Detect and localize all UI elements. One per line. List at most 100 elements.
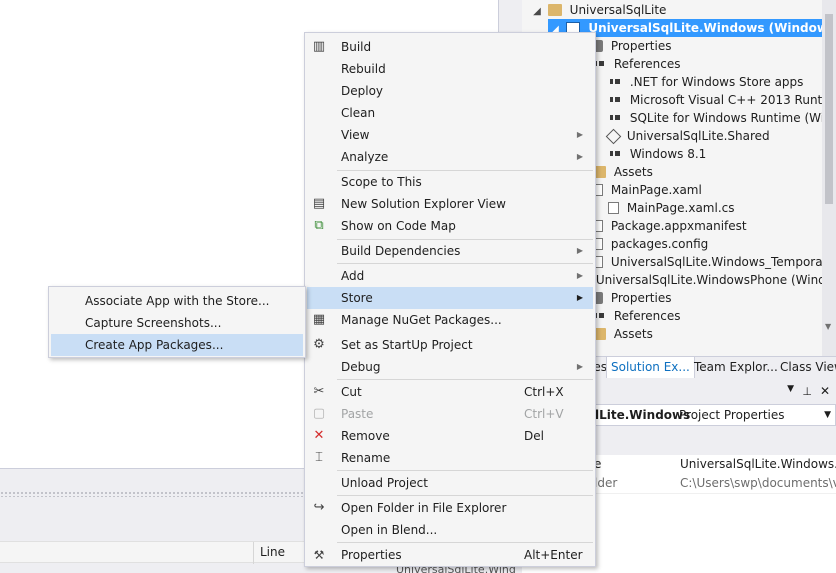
chevron-down-icon[interactable]: ▼ [824,405,831,425]
tree-item[interactable]: ◢ UniversalSqlLite [530,1,666,19]
tree-item-label: Assets [613,327,653,341]
menu-item-properties[interactable]: ⚒ Properties Alt+Enter [307,544,593,566]
shared-project-icon [605,128,622,145]
window-menu-icon[interactable]: ▼ [787,384,794,394]
menu-separator [337,470,593,471]
menu-item-shortcut: Ctrl+X [524,385,564,399]
menu-item-store[interactable]: Store ▶ [307,287,593,309]
submenu-arrow-icon: ▶ [576,246,583,255]
tree-item[interactable]: UniversalSqlLite.Shared [605,127,770,145]
build-icon: ▥ [312,39,326,54]
menu-item-add[interactable]: Add ▶ [307,265,593,287]
menu-item-cut[interactable]: ✂ Cut Ctrl+X [307,381,593,403]
store-submenu: Associate App with the Store... Capture … [48,286,306,358]
menu-item-analyze[interactable]: Analyze ▶ [307,146,593,168]
tree-item-label: Properties [610,39,672,53]
tree-item[interactable]: Windows 8.1 [608,145,706,163]
menu-item-open-in-blend[interactable]: Open in Blend... [307,519,593,541]
menu-item-label: New Solution Explorer View [341,197,506,211]
tree-item[interactable]: MainPage.xaml [592,181,702,199]
tree-item-label: Assets [613,165,653,179]
menu-item-open-folder[interactable]: ↪ Open Folder in File Explorer [307,497,593,519]
menu-item-show-on-code-map[interactable]: ⧉ Show on Code Map [307,215,593,237]
new-view-icon: ▤ [312,196,326,211]
tree-item[interactable]: References [592,55,681,73]
submenu-arrow-icon: ▶ [576,271,583,280]
pin-icon[interactable]: ⊥ [802,385,812,398]
wrench-icon: ⚒ [313,548,325,562]
tree-item[interactable]: packages.config [592,235,708,253]
submenu-arrow-icon: ▶ [576,362,583,371]
scroll-down-icon[interactable]: ▼ [825,322,831,331]
menu-item-rename[interactable]: ⌶ Rename [307,447,593,469]
menu-item-new-solution-explorer-view[interactable]: ▤ New Solution Explorer View [307,193,593,215]
tree-item[interactable]: UniversalSqlLite.Windows_TemporaryKey [592,253,836,271]
vertical-scrollbar[interactable]: ▼ [822,0,836,356]
submenu-arrow-icon: ▶ [576,130,583,139]
menu-separator [337,495,593,496]
tree-item[interactable]: Assets [592,325,653,343]
menu-item-paste[interactable]: ▢ Paste Ctrl+V [307,403,593,425]
menu-item-capture-screenshots[interactable]: Capture Screenshots... [51,312,303,334]
menu-item-build-dependencies[interactable]: Build Dependencies ▶ [307,240,593,262]
menu-separator [337,263,593,264]
menu-item-clean[interactable]: Clean [307,102,593,124]
expand-arrow-icon[interactable]: ◢ [530,3,544,21]
menu-item-label: Store [341,291,373,305]
menu-item-view[interactable]: View ▶ [307,124,593,146]
tree-item-label: packages.config [610,237,709,251]
tab-team-explorer[interactable]: Team Explor... [690,357,782,378]
menu-item-label: Scope to This [341,175,422,189]
tree-item[interactable]: References [592,307,681,325]
menu-item-build[interactable]: ▥ Build [307,36,593,58]
menu-item-label: Remove [341,429,390,443]
menu-item-label: Open in Blend... [341,523,438,537]
menu-item-debug[interactable]: Debug ▶ [307,356,593,378]
menu-item-label: Paste [341,407,374,421]
menu-item-remove[interactable]: ✕ Remove Del [307,425,593,447]
menu-item-unload-project[interactable]: Unload Project [307,472,593,494]
menu-item-manage-nuget[interactable]: ▦ Manage NuGet Packages... [307,309,593,331]
menu-item-label: Debug [341,360,381,374]
menu-item-deploy[interactable]: Deploy [307,80,593,102]
reference-icon [610,97,620,102]
tab-solution-explorer[interactable]: Solution Ex... [606,357,695,378]
reference-icon [610,115,620,120]
tree-item[interactable]: Microsoft Visual C++ 2013 Runtime P [608,91,836,109]
menu-item-label: Add [341,269,365,283]
tree-item[interactable]: Assets [592,163,653,181]
menu-item-associate-app[interactable]: Associate App with the Store... [51,290,303,312]
cs-file-icon [608,202,619,214]
tree-item[interactable]: Package.appxmanifest [592,217,747,235]
tree-item[interactable]: .NET for Windows Store apps [608,73,803,91]
menu-item-label: Open Folder in File Explorer [341,501,507,515]
submenu-arrow-icon: ▶ [576,152,583,161]
tree-item-label: UniversalSqlLite.Windows_TemporaryKey [610,255,836,269]
menu-item-set-startup-project[interactable]: ⚙ Set as StartUp Project [307,334,593,356]
menu-item-label: Properties [341,548,402,562]
tree-item[interactable]: SQLite for Windows Runtime (Windo [608,109,836,127]
tree-item[interactable]: Properties [592,289,671,307]
menu-item-label: Create App Packages... [85,338,224,352]
menu-item-label: Set as StartUp Project [341,338,473,352]
reference-icon [610,151,620,156]
menu-item-label: Rebuild [341,62,386,76]
reference-icon [610,79,620,84]
menu-item-label: Manage NuGet Packages... [341,313,502,327]
tab-class-view[interactable]: Class View [776,357,836,378]
tree-item-label: MainPage.xaml [610,183,702,197]
menu-item-scope-to-this[interactable]: Scope to This [307,171,593,193]
menu-item-create-app-packages[interactable]: Create App Packages... [51,334,303,356]
submenu-arrow-icon: ▶ [576,293,583,302]
tree-item[interactable]: Properties [592,37,671,55]
scrollbar-thumb[interactable] [825,14,833,204]
tree-item[interactable]: MainPage.xaml.cs [608,199,734,217]
menu-item-rebuild[interactable]: Rebuild [307,58,593,80]
remove-x-icon: ✕ [313,428,325,443]
tree-item[interactable]: UniversalSqlLite.WindowsPhone (Windows I [574,271,836,289]
close-icon[interactable]: ✕ [820,384,830,398]
menu-item-shortcut: Del [524,429,544,443]
tree-item-label: .NET for Windows Store apps [629,75,804,89]
tree-item-label: UniversalSqlLite [569,3,667,17]
tree-item-label: UniversalSqlLite.Windows (Windows 8.1) [588,21,836,35]
